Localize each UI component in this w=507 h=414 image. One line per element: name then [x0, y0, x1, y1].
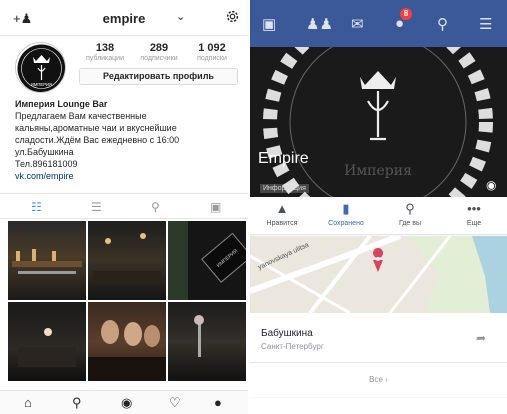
photo-grid: ИМПЕРИЯ: [8, 221, 247, 388]
bottom-navigation: ⌂ ⚲ ◉ ♡ ●: [0, 390, 248, 414]
stat-posts[interactable]: 138 публикации: [79, 42, 131, 62]
stat-posts-value: 138: [95, 42, 115, 54]
search-icon[interactable]: ⚲: [72, 395, 82, 411]
search-icon[interactable]: ⚲: [437, 15, 448, 33]
check-in-label: Где вы: [399, 220, 421, 227]
profile-name: Империя Lounge Bar: [15, 99, 108, 109]
grid-icon[interactable]: ☷: [31, 200, 42, 214]
heart-icon[interactable]: ♡: [169, 395, 181, 411]
thumbs-up-icon: ▲: [275, 201, 289, 216]
page-category: Информация: [260, 184, 309, 193]
bio-line: Предлагаем Вам качественные: [15, 111, 147, 121]
stat-followers-label: подписчики: [140, 55, 178, 62]
gear-icon[interactable]: [225, 9, 240, 24]
location-icon: ⚲: [405, 201, 415, 216]
facebook-top-bar: ▣ ♟♟ ✉ ● 8 ⚲ ☰: [250, 0, 507, 47]
cover-watermark: Империя: [344, 163, 412, 179]
avatar[interactable]: ИМПЕРИЯ: [15, 42, 66, 93]
page-action-bar: ▲ Нравится ▮ Сохранено ⚲ Где вы ••• Еще: [250, 197, 507, 235]
camera-icon[interactable]: ◉: [486, 178, 496, 192]
home-icon[interactable]: ⌂: [24, 395, 32, 410]
news-feed-icon[interactable]: ▣: [262, 15, 276, 33]
address-row[interactable]: Бабушкина Санкт-Петербург ➦: [250, 313, 507, 363]
photo-tile[interactable]: [168, 302, 246, 381]
profile-view-tabs: ☷ ☰ ⚲ ▣: [0, 193, 248, 219]
directions-arrow-icon[interactable]: ➦: [476, 331, 486, 345]
stat-following-label: подписки: [197, 55, 227, 62]
instagram-profile-screen: +♟ empire ⌄ ИМПЕРИЯ 138 публикации 289 п…: [0, 0, 248, 414]
stat-following-value: 1 092: [198, 42, 226, 54]
list-icon[interactable]: ☰: [91, 200, 102, 214]
bookmark-icon: ▮: [342, 201, 350, 216]
bio-line: ул.Бабушкина: [15, 147, 74, 157]
edit-profile-button[interactable]: Редактировать профиль: [79, 68, 238, 85]
cover-photo[interactable]: Империя Empire Информация ◉: [250, 47, 507, 197]
stat-followers-value: 289: [149, 42, 169, 54]
facebook-page-screen: ▣ ♟♟ ✉ ● 8 ⚲ ☰ Империя Empire Информация…: [250, 0, 507, 414]
address-city: Санкт-Петербург: [261, 342, 324, 351]
photo-tile[interactable]: [8, 221, 86, 300]
menu-icon[interactable]: ☰: [479, 15, 492, 33]
friends-icon[interactable]: ♟♟: [306, 15, 333, 33]
next-section: [250, 398, 507, 414]
chevron-down-icon[interactable]: ⌄: [176, 10, 185, 23]
photo-tile[interactable]: [88, 221, 166, 300]
more-button[interactable]: ••• Еще: [442, 201, 506, 227]
stat-following[interactable]: 1 092 подписки: [186, 42, 238, 62]
see-all-link[interactable]: Все ›: [250, 363, 507, 397]
more-icon: •••: [467, 201, 481, 216]
more-label: Еще: [466, 220, 482, 227]
like-label: Нравится: [266, 220, 298, 227]
username-switcher[interactable]: empire: [0, 11, 248, 26]
bio-line: сладости.Ждём Вас ежедневно с 16:00: [15, 135, 180, 145]
saved-button[interactable]: ▮ Сохранено: [314, 201, 378, 227]
photo-tile[interactable]: ИМПЕРИЯ: [168, 221, 246, 300]
location-pin-icon[interactable]: ⚲: [151, 200, 160, 214]
messages-icon[interactable]: ✉: [351, 15, 364, 33]
see-all-label: Все: [369, 375, 383, 384]
camera-icon[interactable]: ◉: [121, 395, 132, 411]
profile-website-link[interactable]: vk.com/empire: [15, 170, 243, 182]
address-street: Бабушкина: [261, 328, 313, 339]
tagged-icon[interactable]: ▣: [210, 200, 221, 214]
stat-followers[interactable]: 289 подписчики: [133, 42, 185, 62]
page-title: Empire: [258, 150, 309, 167]
bio-line: Тел.896181009: [15, 159, 78, 169]
location-map[interactable]: yanovskaya ulitsa: [250, 236, 507, 313]
check-in-button[interactable]: ⚲ Где вы: [378, 201, 442, 227]
photo-tile[interactable]: [8, 302, 86, 381]
photo-tile[interactable]: [88, 302, 166, 381]
like-button[interactable]: ▲ Нравится: [250, 201, 314, 227]
stat-posts-label: публикации: [86, 55, 124, 62]
instagram-top-bar: +♟ empire ⌄: [0, 0, 248, 36]
saved-label: Сохранено: [328, 220, 364, 227]
notification-badge: 8: [400, 8, 412, 20]
profile-bio: Империя Lounge Bar Предлагаем Вам качест…: [15, 98, 243, 182]
profile-icon[interactable]: ●: [214, 395, 222, 410]
avatar-logo-text: ИМПЕРИЯ: [31, 82, 52, 87]
bio-line: кальяны,ароматные чаи и вкуснейшие: [15, 123, 177, 133]
